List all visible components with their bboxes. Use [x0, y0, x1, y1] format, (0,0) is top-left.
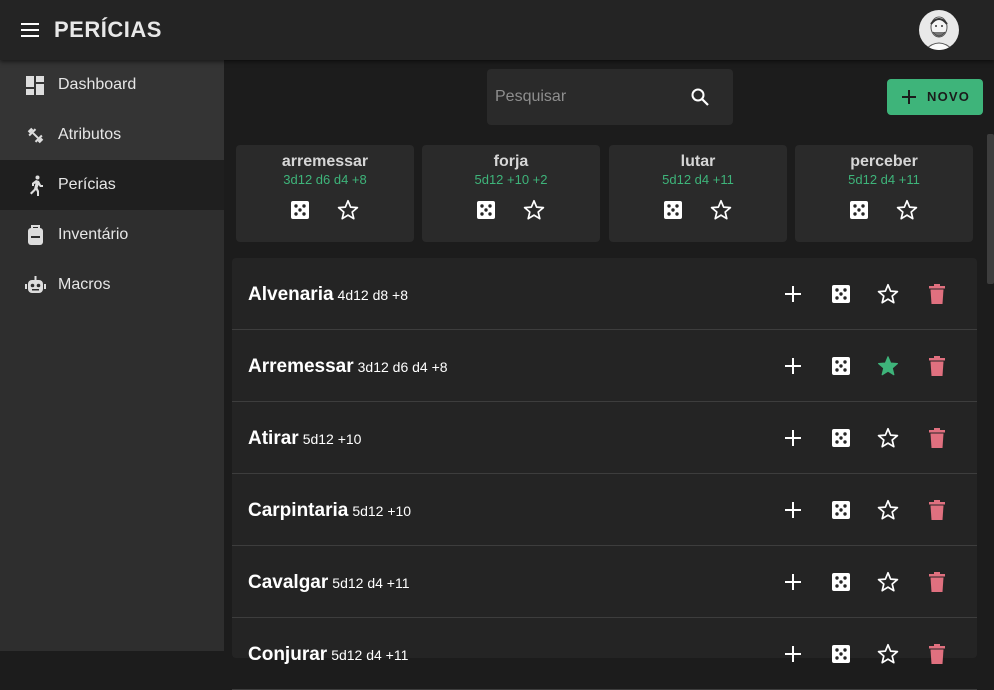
favorite-card: forja 5d12 +10 +2: [422, 145, 600, 242]
favorite-dice: 5d12 d4 +11: [848, 172, 920, 187]
skill-name: Atirar 5d12 +10: [248, 428, 361, 450]
add-icon[interactable]: [784, 357, 802, 375]
trash-icon[interactable]: [929, 572, 945, 592]
favorite-name: lutar: [680, 153, 716, 170]
dashboard-icon: [26, 76, 44, 95]
star-filled-icon[interactable]: [877, 355, 899, 377]
add-icon[interactable]: [784, 501, 802, 519]
add-icon[interactable]: [784, 429, 802, 447]
add-icon[interactable]: [784, 285, 802, 303]
star-icon[interactable]: [337, 199, 359, 221]
dice-icon[interactable]: [831, 356, 851, 376]
star-icon[interactable]: [877, 499, 899, 521]
sidebar-item-inventario[interactable]: Inventário: [0, 210, 224, 260]
skill-row: Atirar 5d12 +10: [232, 402, 977, 474]
skill-row: Alvenaria 4d12 d8 +8: [232, 258, 977, 330]
dice-icon[interactable]: [831, 500, 851, 520]
star-icon[interactable]: [877, 571, 899, 593]
sidebar-item-label: Perícias: [58, 176, 116, 193]
dice-icon[interactable]: [663, 200, 683, 220]
skill-dice: 5d12 +10: [302, 431, 362, 447]
trash-icon[interactable]: [929, 356, 945, 376]
search-icon[interactable]: [690, 87, 710, 107]
sidebar-item-label: Macros: [58, 276, 111, 293]
skill-row: Arremessar 3d12 d6 d4 +8: [232, 330, 977, 402]
favorite-name: arremessar: [281, 153, 369, 170]
dice-icon[interactable]: [290, 200, 310, 220]
skill-name: Carpintaria 5d12 +10: [248, 500, 411, 522]
trash-icon[interactable]: [929, 500, 945, 520]
favorite-card: lutar 5d12 d4 +11: [609, 145, 787, 242]
favorite-name: forja: [493, 153, 529, 170]
trash-icon[interactable]: [929, 284, 945, 304]
star-icon[interactable]: [877, 427, 899, 449]
dice-icon[interactable]: [831, 428, 851, 448]
skill-name-text: Arremessar: [248, 356, 354, 377]
menu-icon[interactable]: [18, 20, 42, 40]
skill-row: Carpintaria 5d12 +10: [232, 474, 977, 546]
favorite-card: perceber 5d12 d4 +11: [795, 145, 973, 242]
sidebar-item-pericias[interactable]: Perícias: [0, 160, 224, 210]
dice-icon[interactable]: [831, 644, 851, 664]
page-title: PERÍCIAS: [54, 17, 162, 42]
trash-icon[interactable]: [929, 644, 945, 664]
dice-icon[interactable]: [476, 200, 496, 220]
app-bar: PERÍCIAS: [0, 0, 994, 60]
scrollbar[interactable]: [987, 134, 994, 651]
sidebar-item-atributos[interactable]: Atributos: [0, 110, 224, 160]
sidebar: Dashboard Atributos Perícias Inventário: [0, 60, 224, 651]
skill-dice: 4d12 d8 +8: [337, 287, 409, 303]
robot-icon: [25, 276, 46, 293]
favorite-name: perceber: [850, 153, 918, 170]
skill-name: Conjurar 5d12 d4 +11: [248, 644, 408, 666]
search-input[interactable]: [487, 69, 677, 125]
new-button-label: NOVO: [927, 89, 971, 104]
running-person-icon: [30, 175, 43, 196]
dumbbell-icon: [27, 127, 44, 144]
plus-icon: [902, 90, 916, 104]
skill-name-text: Carpintaria: [248, 500, 349, 521]
skill-name-text: Conjurar: [248, 644, 328, 665]
favorite-dice: 5d12 d4 +11: [662, 172, 734, 187]
favorite-dice: 3d12 d6 d4 +8: [283, 172, 367, 187]
avatar[interactable]: [919, 10, 959, 50]
dice-icon[interactable]: [849, 200, 869, 220]
skill-name: Arremessar 3d12 d6 d4 +8: [248, 356, 448, 378]
favorite-card: arremessar 3d12 d6 d4 +8: [236, 145, 414, 242]
skill-dice: 5d12 d4 +11: [332, 575, 410, 591]
backpack-icon: [28, 225, 43, 245]
scrollbar-thumb[interactable]: [987, 134, 994, 284]
star-icon[interactable]: [523, 199, 545, 221]
new-skill-button[interactable]: NOVO: [887, 79, 983, 115]
trash-icon[interactable]: [929, 428, 945, 448]
sidebar-item-label: Inventário: [58, 226, 129, 243]
skill-dice: 5d12 d4 +11: [331, 647, 409, 663]
skill-name-text: Alvenaria: [248, 284, 334, 305]
skill-dice: 3d12 d6 d4 +8: [357, 359, 448, 375]
skill-name-text: Cavalgar: [248, 572, 329, 593]
add-icon[interactable]: [784, 573, 802, 591]
star-icon[interactable]: [877, 643, 899, 665]
star-icon[interactable]: [710, 199, 732, 221]
dice-icon[interactable]: [831, 284, 851, 304]
star-icon[interactable]: [877, 283, 899, 305]
add-icon[interactable]: [784, 645, 802, 663]
sidebar-item-label: Atributos: [58, 126, 122, 143]
skill-dice: 5d12 +10: [352, 503, 412, 519]
skill-name: Cavalgar 5d12 d4 +11: [248, 572, 410, 594]
search-box: [487, 69, 733, 125]
star-icon[interactable]: [896, 199, 918, 221]
sidebar-item-macros[interactable]: Macros: [0, 260, 224, 310]
skill-row: Conjurar 5d12 d4 +11: [232, 618, 977, 690]
dice-icon[interactable]: [831, 572, 851, 592]
favorite-dice: 5d12 +10 +2: [474, 172, 548, 187]
skills-list: Alvenaria 4d12 d8 +8 Arremessar 3d12 d6 d4 …: [232, 258, 977, 690]
skill-name: Alvenaria 4d12 d8 +8: [248, 284, 408, 306]
skill-row: Cavalgar 5d12 d4 +11: [232, 546, 977, 618]
sidebar-item-label: Dashboard: [58, 76, 137, 93]
sidebar-item-dashboard[interactable]: Dashboard: [0, 60, 224, 110]
skill-name-text: Atirar: [248, 428, 299, 449]
